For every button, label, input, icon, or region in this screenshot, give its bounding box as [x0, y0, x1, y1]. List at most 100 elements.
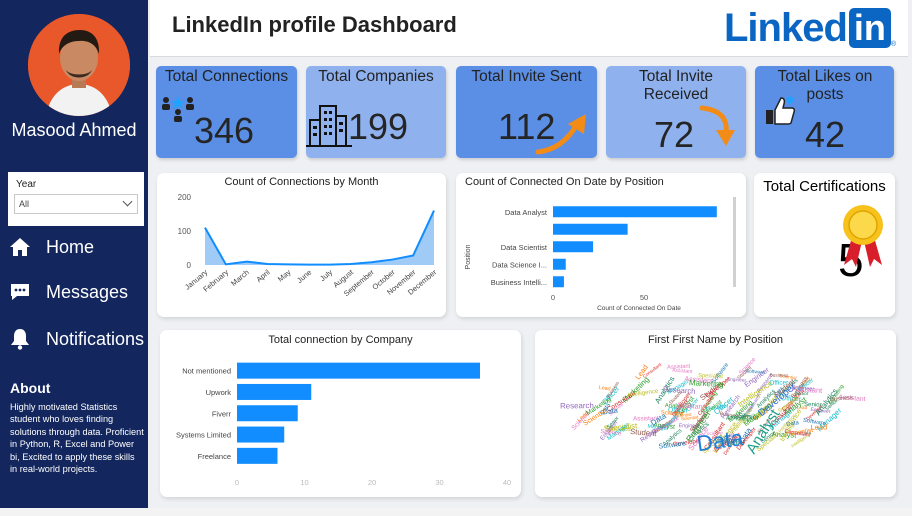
year-dropdown[interactable]: All: [14, 194, 138, 214]
y-tick-label: Data Analyst: [505, 208, 548, 217]
y-tick-label: 0: [187, 261, 192, 270]
bar: [553, 206, 717, 218]
kpi-total-likes: Total Likes on posts 42: [755, 66, 894, 158]
kpi-title: Total Invite Received: [638, 68, 714, 103]
building-icon: [306, 105, 352, 147]
logo-registered: ®: [890, 41, 897, 48]
chart-connection-by-company: Total connection by Company Not mentione…: [160, 330, 521, 497]
messages-icon: [11, 284, 29, 300]
word: Marketing: [689, 378, 724, 389]
nav-item-label: Home: [46, 236, 95, 257]
kpi-title: Total Connections: [164, 68, 289, 85]
word: Assistant: [672, 368, 693, 375]
logo-text: Linked: [724, 5, 848, 50]
bar: [237, 362, 480, 379]
cert-title: Total Certifications: [763, 178, 886, 195]
x-tick-label: 30: [435, 478, 443, 487]
word: Lead: [598, 385, 611, 393]
page-title: LinkedIn profile Dashboard: [172, 12, 457, 37]
x-tick-label: July: [318, 267, 334, 283]
bar: [237, 426, 285, 443]
word: Data: [786, 420, 800, 428]
kpi-total-connections: Total Connections 346: [156, 66, 297, 158]
y-tick-label: Not mentioned: [182, 367, 231, 376]
x-tick-label: 10: [300, 478, 308, 487]
bar-chart: Not mentioned Upwork Fiverr Systems Limited…: [176, 362, 511, 487]
word: Scientist: [661, 410, 684, 417]
y-tick-label: Fiverr: [212, 409, 232, 418]
bar: [553, 258, 566, 270]
bar: [553, 223, 628, 235]
y-tick-label: Business Intelli...: [491, 278, 547, 287]
notifications-icon: [11, 329, 29, 350]
bar: [237, 447, 278, 464]
kpi-value: 72: [654, 114, 695, 155]
total-certifications-card: Total Certifications 5: [754, 173, 895, 317]
x-tick-label: April: [254, 267, 272, 284]
x-tick-label: May: [276, 267, 293, 283]
wordcloud-card: First First Name by Position Data Analyst…: [535, 330, 896, 497]
nav-item-label: Messages: [46, 281, 129, 302]
chart-connections-by-month: Count of Connections by Month 0 100 200 Jan…: [157, 173, 446, 317]
nav-item-home[interactable]: Home: [8, 232, 94, 262]
y-tick-label: 200: [178, 193, 192, 202]
people-network-icon: [162, 96, 194, 122]
x-tick-label: 0: [235, 478, 239, 487]
award-medal-icon: [843, 205, 883, 267]
scrollbar: [733, 197, 736, 287]
y-tick-label: 100: [178, 227, 192, 236]
kpi-title: Total Companies: [318, 68, 434, 85]
x-tick-label: March: [229, 268, 251, 288]
bar: [237, 405, 298, 422]
y-tick-label: Upwork: [206, 388, 232, 397]
x-tick-label: June: [295, 268, 313, 285]
bar-chart: Position Data Analyst Data Scientist Data S…: [465, 197, 736, 312]
bar: [553, 241, 594, 253]
year-filter: Year All: [8, 172, 144, 226]
y-tick-label: Freelance: [198, 452, 231, 461]
word: Business: [769, 372, 789, 378]
area-chart: 0100200JanuaryFebruary March April May June J…: [178, 193, 439, 298]
chart-connected-by-position: Count of Connected On Date by Position P…: [456, 173, 746, 317]
x-tick-label: 0: [551, 293, 555, 302]
kpi-title: Total Invite Sent: [471, 68, 582, 85]
wordcloud: Data AnalystDeveloper EngineerBusinessScie…: [560, 356, 866, 457]
about-title: About: [10, 380, 51, 396]
sidebar: Masood Ahmed Year All Home Messages Noti…: [0, 0, 148, 508]
y-tick-label: Data Scientist: [501, 243, 548, 252]
nav-item-messages[interactable]: Messages: [8, 277, 128, 307]
x-tick-label: 40: [503, 478, 511, 487]
logo-box: in: [848, 7, 891, 48]
y-axis-label: Position: [465, 244, 472, 269]
about-text: Highly motivated Statistics student who …: [10, 402, 144, 475]
word: Data: [602, 407, 618, 417]
word: Lead: [811, 422, 828, 432]
x-axis-label: Count of Connected On Date: [597, 305, 681, 312]
chevron-down-icon: [122, 196, 133, 207]
year-dropdown-value: All: [19, 199, 30, 209]
word: Analyst: [736, 417, 752, 423]
bottom-strip: [0, 508, 912, 516]
arrow-up-icon: [535, 114, 586, 155]
nav-item-notifications[interactable]: Notifications: [8, 324, 144, 354]
year-filter-label: Year: [16, 179, 37, 190]
thumbs-up-icon: [766, 96, 796, 125]
header: LinkedIn profile Dashboard Linked in ®: [150, 0, 908, 57]
x-tick-label: 20: [368, 478, 376, 487]
word-large: Data: [695, 425, 745, 456]
kpi-total-invite-received: Total Invite Received 72: [606, 66, 746, 158]
linkedin-logo: Linked in ®: [724, 6, 896, 50]
kpi-value: 199: [348, 106, 409, 147]
bar: [237, 383, 312, 400]
avatar: [28, 14, 130, 116]
kpi-total-invite-sent: Total Invite Sent 112: [456, 66, 597, 158]
kpi-value: 42: [805, 114, 846, 155]
nav-item-label: Notifications: [46, 328, 145, 349]
line-series: [204, 210, 435, 266]
kpi-value: 346: [194, 110, 255, 151]
arrow-down-icon: [699, 105, 735, 146]
kpi-total-companies: Total Companies 199: [306, 66, 446, 158]
bar: [553, 276, 564, 288]
y-tick-label: Systems Limited: [176, 431, 231, 440]
profile-name: Masood Ahmed: [11, 120, 137, 140]
